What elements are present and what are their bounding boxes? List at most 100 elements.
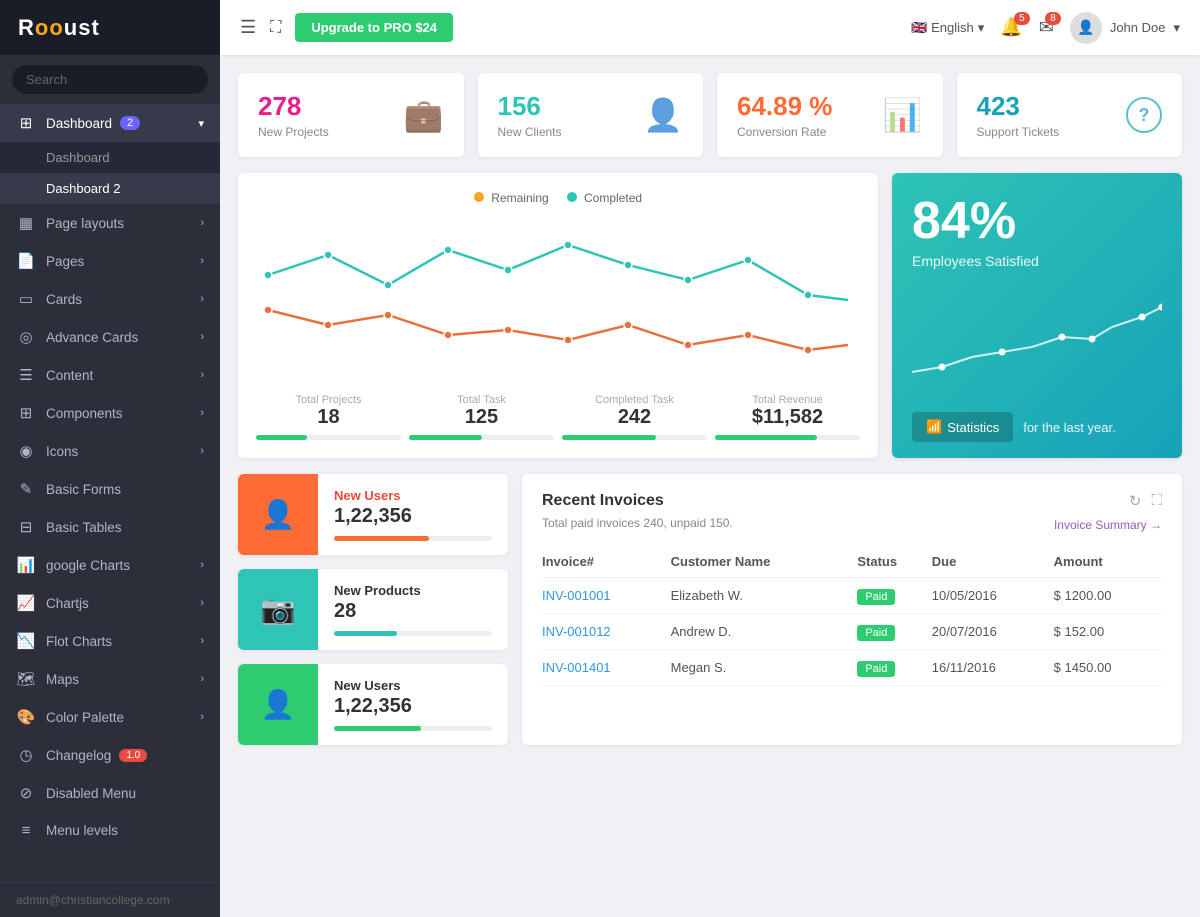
widget-new-users: 👤 New Users 1,22,356 <box>238 474 508 555</box>
sidebar-item-components[interactable]: ⊞ Components › <box>0 394 220 432</box>
chart-stat-total-task: Total Task 125 <box>409 394 554 440</box>
stat-label-new-projects: New Projects <box>258 125 329 139</box>
messages-button[interactable]: ✉ 8 <box>1039 17 1054 38</box>
invoice-status: Paid <box>857 578 931 614</box>
dashboard-badge: 2 <box>120 116 140 130</box>
completed-dot <box>567 192 577 202</box>
sidebar-item-page-layouts[interactable]: ▦ Page layouts › <box>0 204 220 242</box>
invoice-header: Recent Invoices ↻ ⛶ <box>542 492 1162 510</box>
table-row: INV-001012 Andrew D. Paid 20/07/2016 $ 1… <box>542 614 1162 650</box>
chevron-right-icon: › <box>200 597 204 609</box>
widget-new-products: 📷 New Products 28 <box>238 569 508 650</box>
sidebar-item-basic-tables[interactable]: ⊟ Basic Tables <box>0 508 220 546</box>
amount: $ 152.00 <box>1054 614 1162 650</box>
sidebar-item-changelog[interactable]: ◷ Changelog 1.0 <box>0 736 220 774</box>
invoice-id[interactable]: INV-001001 <box>542 578 671 614</box>
stat-card-conversion-rate: 64.89 % Conversion Rate 📊 <box>717 73 943 157</box>
table-row: INV-001401 Megan S. Paid 16/11/2016 $ 14… <box>542 650 1162 686</box>
stat-info-conversion-rate: 64.89 % Conversion Rate <box>737 91 832 139</box>
new-users-icon-box: 👤 <box>238 474 318 555</box>
sidebar-item-google-charts[interactable]: 📊 google Charts › <box>0 546 220 584</box>
sidebar-item-label: Menu levels <box>46 823 118 838</box>
new-users-2-content: New Users 1,22,356 <box>318 664 508 745</box>
invoice-table: Invoice# Customer Name Status Due Amount… <box>542 546 1162 686</box>
new-users-content: New Users 1,22,356 <box>318 474 508 555</box>
fullscreen-button[interactable]: ⛶ <box>270 19 281 37</box>
sidebar-item-content[interactable]: ☰ Content › <box>0 356 220 394</box>
sidebar-item-cards[interactable]: ▭ Cards › <box>0 280 220 318</box>
sidebar-item-advance-cards[interactable]: ◎ Advance Cards › <box>0 318 220 356</box>
messages-badge: 8 <box>1045 12 1061 25</box>
sidebar-item-maps[interactable]: 🗺 Maps › <box>0 660 220 698</box>
line-chart <box>256 215 860 380</box>
col-customer-name: Customer Name <box>671 546 858 578</box>
stat-num-support-tickets: 423 <box>977 91 1060 122</box>
sidebar-item-label: Dashboard <box>46 116 112 131</box>
customer-name: Megan S. <box>671 650 858 686</box>
upgrade-button[interactable]: Upgrade to PRO $24 <box>295 13 453 42</box>
new-users2-icon-box: 👤 <box>238 664 318 745</box>
dashboard-submenu: Dashboard Dashboard 2 <box>0 142 220 204</box>
stat-num-conversion-rate: 64.89 % <box>737 91 832 122</box>
refresh-icon[interactable]: ↻ <box>1129 492 1142 510</box>
basic-tables-icon: ⊟ <box>16 518 36 536</box>
due-date: 16/11/2016 <box>932 650 1054 686</box>
chevron-right-icon: › <box>200 407 204 419</box>
sidebar-item-menu-levels[interactable]: ≡ Menu levels <box>0 812 220 849</box>
search-input[interactable] <box>12 65 208 94</box>
sidebar-item-pages[interactable]: 📄 Pages › <box>0 242 220 280</box>
main-area: ☰ ⛶ Upgrade to PRO $24 🇬🇧 English ▾ 🔔 5 … <box>220 0 1200 917</box>
sidebar-item-disabled-menu[interactable]: ⊘ Disabled Menu <box>0 774 220 812</box>
basic-forms-icon: ✎ <box>16 480 36 498</box>
notifications-button[interactable]: 🔔 5 <box>1000 17 1022 38</box>
icons-icon: ◉ <box>16 442 36 460</box>
invoice-summary-link[interactable]: Invoice Summary → <box>1054 518 1162 532</box>
col-amount: Amount <box>1054 546 1162 578</box>
sidebar: Rooust ⊞ Dashboard 2 ▾ Dashboard Dashboa… <box>0 0 220 917</box>
sidebar-item-label: Page layouts <box>46 216 124 231</box>
sidebar-item-dashboard-main[interactable]: Dashboard <box>0 142 220 173</box>
sidebar-item-icons[interactable]: ◉ Icons › <box>0 432 220 470</box>
invoice-summary-line: Total paid invoices 240, unpaid 150. Inv… <box>542 516 1162 534</box>
page-layouts-icon: ▦ <box>16 214 36 232</box>
sidebar-item-label: Disabled Menu <box>46 786 136 801</box>
sidebar-item-label: Cards <box>46 292 82 307</box>
sidebar-item-color-palette[interactable]: 🎨 Color Palette › <box>0 698 220 736</box>
flot-charts-icon: 📉 <box>16 632 36 650</box>
sidebar-item-dashboard2[interactable]: Dashboard 2 <box>0 173 220 204</box>
hamburger-button[interactable]: ☰ <box>240 17 256 38</box>
camera-icon: 📷 <box>261 593 296 626</box>
chart-card: Remaining Completed <box>238 173 878 458</box>
stat-label-conversion-rate: Conversion Rate <box>737 125 832 139</box>
language-button[interactable]: 🇬🇧 English ▾ <box>911 20 984 36</box>
stat-num-new-clients: 156 <box>498 91 562 122</box>
chevron-right-icon: › <box>200 369 204 381</box>
sidebar-item-label: Pages <box>46 254 84 269</box>
status-badge: Paid <box>857 625 895 641</box>
content-icon: ☰ <box>16 366 36 384</box>
sidebar-item-label: Color Palette <box>46 710 124 725</box>
statistics-button[interactable]: 📶 Statistics <box>912 412 1013 442</box>
sidebar-item-label: Flot Charts <box>46 634 112 649</box>
sidebar-item-flot-charts[interactable]: 📉 Flot Charts › <box>0 622 220 660</box>
widget-new-users-2: 👤 New Users 1,22,356 <box>238 664 508 745</box>
language-label: English <box>931 20 974 35</box>
invoice-card: Recent Invoices ↻ ⛶ Total paid invoices … <box>522 474 1182 745</box>
invoice-id[interactable]: INV-001401 <box>542 650 671 686</box>
chevron-down-icon: ▾ <box>1173 20 1180 36</box>
due-date: 20/07/2016 <box>932 614 1054 650</box>
sidebar-item-dashboard[interactable]: ⊞ Dashboard 2 ▾ <box>0 104 220 142</box>
due-date: 10/05/2016 <box>932 578 1054 614</box>
invoice-id[interactable]: INV-001012 <box>542 614 671 650</box>
sidebar-item-label: google Charts <box>46 558 130 573</box>
content-area: 278 New Projects 💼 156 New Clients 👤 64.… <box>220 55 1200 917</box>
topbar: ☰ ⛶ Upgrade to PRO $24 🇬🇧 English ▾ 🔔 5 … <box>220 0 1200 55</box>
chart-stat-total-revenue: Total Revenue $11,582 <box>715 394 860 440</box>
topbar-left: ☰ ⛶ Upgrade to PRO $24 <box>240 13 453 42</box>
user-menu-button[interactable]: 👤 John Doe ▾ <box>1070 12 1180 44</box>
sidebar-item-basic-forms[interactable]: ✎ Basic Forms <box>0 470 220 508</box>
components-icon: ⊞ <box>16 404 36 422</box>
sidebar-item-chartjs[interactable]: 📈 Chartjs › <box>0 584 220 622</box>
google-charts-icon: 📊 <box>16 556 36 574</box>
expand-icon[interactable]: ⛶ <box>1151 492 1162 510</box>
